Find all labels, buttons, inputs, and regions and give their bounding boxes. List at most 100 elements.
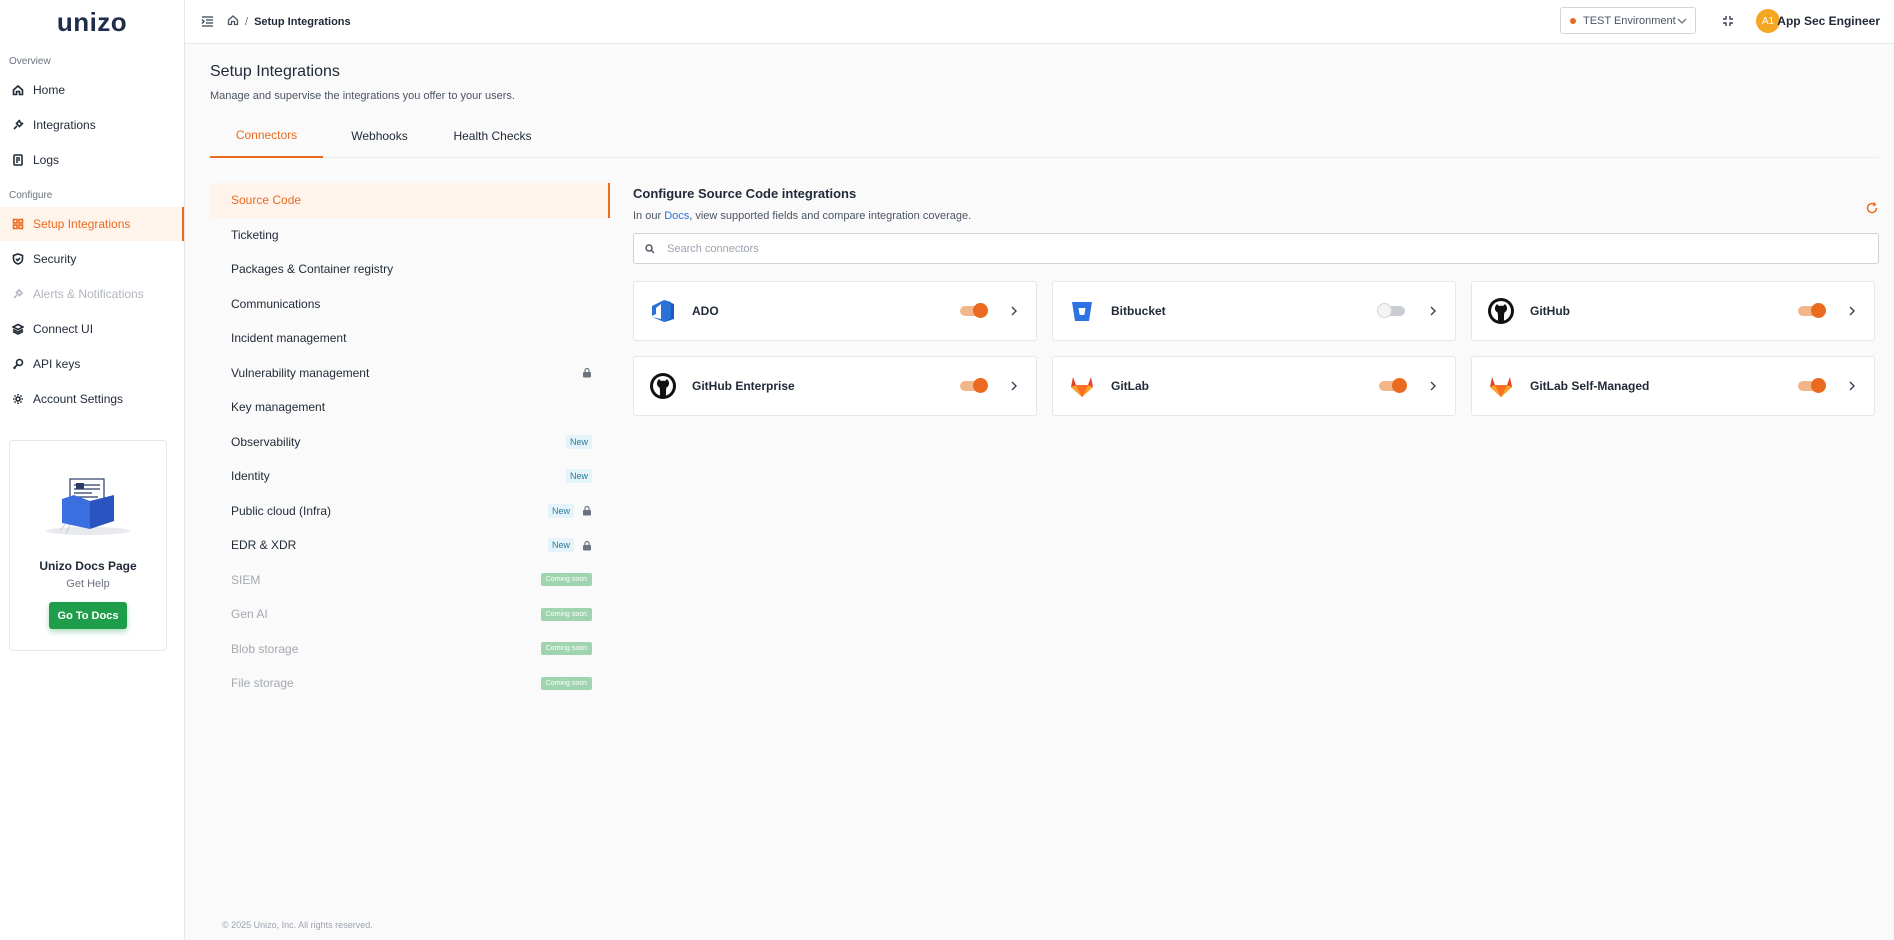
github-logo (1486, 296, 1516, 326)
category-item: File storage Coming soon (210, 666, 610, 701)
connector-card[interactable]: GitHub (1471, 281, 1875, 341)
sidebar-item-label: Setup Integrations (33, 217, 131, 231)
coming-soon-badge: Coming soon (540, 573, 592, 587)
coming-soon-badge: Coming soon (540, 607, 592, 621)
category-label: Blob storage (231, 641, 299, 656)
connector-toggle[interactable] (1379, 378, 1407, 393)
grid-icon (12, 218, 24, 230)
panel-desc-prefix: In our (633, 210, 665, 222)
category-list: Source Code Ticketing Packages & Container… (210, 183, 610, 701)
category-item[interactable]: Public cloud (Infra) New (210, 494, 610, 529)
sidebar-item-security[interactable]: Security (0, 242, 184, 276)
connector-toggle[interactable] (1377, 303, 1405, 318)
breadcrumb-separator: / (245, 15, 249, 28)
page-subtitle: Manage and supervise the integrations yo… (210, 90, 515, 102)
toggle-knob (1811, 303, 1826, 318)
category-label: Source Code (231, 193, 302, 208)
sidebar-item-integrations[interactable]: Integrations (0, 108, 184, 142)
go-to-docs-button[interactable]: Go To Docs (49, 602, 127, 629)
category-label: Identity (231, 469, 270, 484)
category-item: Gen AI Coming soon (210, 597, 610, 632)
connector-toggle[interactable] (1798, 378, 1826, 393)
connector-grid: ADO Bitbucket GitHub GitHub Enterprise GitLa… (633, 281, 1879, 416)
category-item[interactable]: Source Code (210, 183, 610, 218)
tab-connectors[interactable]: Connectors (210, 114, 323, 158)
category-label: File storage (231, 676, 294, 691)
category-item[interactable]: Observability New (210, 425, 610, 460)
connector-card[interactable]: ADO (633, 281, 1037, 341)
category-item[interactable]: Packages & Container registry (210, 252, 610, 287)
sidebar-item-home[interactable]: Home (0, 73, 184, 107)
bell-icon (12, 288, 24, 300)
refresh-icon[interactable] (1865, 201, 1879, 215)
category-label: Packages & Container registry (231, 262, 394, 277)
sidebar-item-alerts: Alerts & Notifications (0, 277, 184, 311)
home-icon (12, 84, 24, 96)
category-item: Blob storage Coming soon (210, 632, 610, 667)
chevron-right-icon[interactable] (1848, 306, 1856, 316)
connector-card[interactable]: Bitbucket (1052, 281, 1456, 341)
toggle-knob (973, 378, 988, 393)
home-breadcrumb-icon[interactable] (227, 14, 239, 29)
chevron-right-icon[interactable] (1429, 306, 1437, 316)
category-item[interactable]: EDR & XDR New (210, 528, 610, 563)
search-box[interactable] (633, 233, 1879, 264)
bitbucket-logo (1067, 296, 1097, 326)
connector-toggle[interactable] (960, 303, 988, 318)
category-item[interactable]: Identity New (210, 459, 610, 494)
chevron-right-icon[interactable] (1848, 381, 1856, 391)
section-label-overview: Overview (9, 56, 51, 67)
user-name[interactable]: App Sec Engineer (1777, 14, 1880, 28)
tab-health-checks[interactable]: Health Checks (436, 114, 549, 158)
connector-card[interactable]: GitLab (1052, 356, 1456, 416)
search-input[interactable] (667, 242, 1878, 255)
connector-name: ADO (692, 304, 719, 318)
docs-card: Unizo Docs Page Get Help Go To Docs (9, 440, 167, 651)
docs-link[interactable]: Docs (664, 210, 689, 222)
sidebar-item-logs[interactable]: Logs (0, 143, 184, 177)
chevron-right-icon[interactable] (1429, 381, 1437, 391)
footer-copyright: © 2025 Unizo, Inc. All rights reserved. (222, 920, 373, 930)
breadcrumb-current: Setup Integrations (254, 15, 351, 28)
fullscreen-icon[interactable] (1722, 15, 1734, 27)
chevron-right-icon[interactable] (1010, 306, 1018, 316)
category-item[interactable]: Ticketing (210, 218, 610, 253)
menu-collapse-icon[interactable] (199, 14, 215, 30)
sidebar-item-api-keys[interactable]: API keys (0, 347, 184, 381)
category-item[interactable]: Key management (210, 390, 610, 425)
plug-icon (12, 119, 24, 131)
lock-icon (583, 506, 591, 516)
category-label: Key management (231, 400, 326, 415)
sidebar-item-setup-integrations[interactable]: Setup Integrations (0, 207, 184, 241)
connector-toggle[interactable] (1798, 303, 1826, 318)
gear-icon (12, 393, 24, 405)
connector-name: GitLab Self-Managed (1530, 379, 1650, 393)
chevron-right-icon[interactable] (1010, 381, 1018, 391)
sidebar-item-connect-ui[interactable]: Connect UI (0, 312, 184, 346)
connector-toggle[interactable] (960, 378, 988, 393)
category-label: Communications (231, 296, 321, 311)
category-item[interactable]: Vulnerability management (210, 356, 610, 391)
category-item[interactable]: Incident management (210, 321, 610, 356)
tab-bar: Connectors Webhooks Health Checks (210, 114, 1879, 158)
sidebar-item-account-settings[interactable]: Account Settings (0, 382, 184, 416)
environment-select[interactable]: TEST Environment (1560, 7, 1696, 34)
category-item[interactable]: Communications (210, 287, 610, 322)
page-title: Setup Integrations (210, 63, 340, 80)
brand-logo[interactable]: unizo (0, 0, 184, 44)
new-badge: New (565, 434, 592, 449)
sidebar-item-label: Alerts & Notifications (33, 287, 144, 301)
environment-status-dot (1570, 17, 1576, 24)
docs-illustration (10, 475, 166, 555)
github-logo (648, 371, 678, 401)
layers-icon (12, 323, 24, 335)
category-label: Gen AI (231, 607, 268, 622)
section-label-configure: Configure (9, 190, 53, 201)
category-label: Observability (231, 434, 301, 449)
tab-webhooks[interactable]: Webhooks (323, 114, 436, 158)
toggle-knob (1811, 378, 1826, 393)
sidebar-item-label: Account Settings (33, 392, 124, 406)
connector-name: GitLab (1111, 379, 1149, 393)
connector-card[interactable]: GitHub Enterprise (633, 356, 1037, 416)
connector-card[interactable]: GitLab Self-Managed (1471, 356, 1875, 416)
